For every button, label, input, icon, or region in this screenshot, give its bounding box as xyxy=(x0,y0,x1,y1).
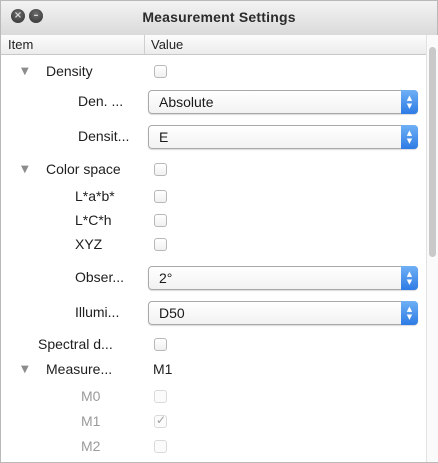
xyz-checkbox[interactable] xyxy=(154,238,167,251)
window-title: Measurement Settings xyxy=(142,9,296,25)
row-label: Density xyxy=(46,63,93,79)
color-space-checkbox[interactable] xyxy=(154,163,167,176)
column-divider[interactable] xyxy=(144,35,145,54)
disclosure-triangle-icon[interactable]: ▼ xyxy=(21,66,29,77)
popup-value: Absolute xyxy=(159,94,214,110)
row-label: Spectral d... xyxy=(38,336,113,352)
updown-arrows-icon: ▲ ▼ xyxy=(401,266,418,290)
measurement-settings-window: × – Measurement Settings Item Value ▼ De… xyxy=(0,0,438,463)
updown-arrows-icon: ▲ ▼ xyxy=(401,301,418,325)
row-label: M2 xyxy=(81,438,101,454)
disclosure-triangle-icon[interactable]: ▼ xyxy=(21,164,29,175)
m1-checkbox: ✓ xyxy=(154,413,167,428)
observer-popup[interactable]: 2° ▲ ▼ xyxy=(148,266,418,290)
column-header-item[interactable]: Item xyxy=(8,37,33,52)
row-label: L*C*h xyxy=(75,212,112,228)
table-header: Item Value xyxy=(1,35,426,55)
lch-checkbox[interactable] xyxy=(154,214,167,227)
vertical-scrollbar[interactable] xyxy=(426,35,438,462)
popup-value: E xyxy=(159,129,169,145)
row-label: L*a*b* xyxy=(75,188,115,204)
measurement-mode-value: M1 xyxy=(153,361,173,377)
lab-checkbox[interactable] xyxy=(154,190,167,203)
row-label: Illumi... xyxy=(75,304,120,320)
row-label: Obser... xyxy=(75,269,125,285)
popup-value: D50 xyxy=(159,305,185,321)
scrollbar-thumb[interactable] xyxy=(429,47,436,257)
illuminant-popup[interactable]: D50 ▲ ▼ xyxy=(148,301,418,325)
row-label: Measure... xyxy=(46,361,113,377)
row-label: Den. ... xyxy=(78,93,124,109)
column-header-value[interactable]: Value xyxy=(151,37,183,52)
density-status-popup[interactable]: E ▲ ▼ xyxy=(148,125,418,149)
spectral-checkbox[interactable] xyxy=(154,338,167,351)
disclosure-triangle-icon[interactable]: ▼ xyxy=(21,364,29,375)
title-bar: × – Measurement Settings xyxy=(1,1,437,36)
row-label: M0 xyxy=(81,388,101,404)
row-label: XYZ xyxy=(75,236,103,252)
row-label: Densit... xyxy=(78,128,130,144)
density-checkbox[interactable] xyxy=(154,65,167,78)
updown-arrows-icon: ▲ ▼ xyxy=(401,125,418,149)
checkmark-icon: ✓ xyxy=(156,413,167,427)
row-label: M1 xyxy=(81,413,101,429)
m0-checkbox xyxy=(154,390,167,403)
row-label: Color space xyxy=(46,161,121,177)
popup-value: 2° xyxy=(159,270,173,286)
m2-checkbox xyxy=(154,440,167,453)
updown-arrows-icon: ▲ ▼ xyxy=(401,90,418,114)
density-mode-popup[interactable]: Absolute ▲ ▼ xyxy=(148,90,418,114)
